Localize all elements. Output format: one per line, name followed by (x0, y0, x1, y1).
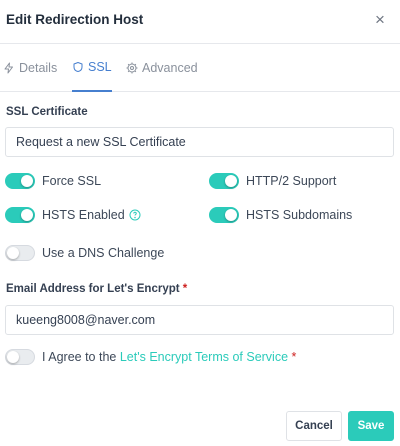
tab-bar: Details SSL Advanced (0, 44, 400, 92)
force-ssl-toggle[interactable]: Force SSL (5, 173, 101, 189)
hsts-enabled-switch[interactable] (5, 207, 35, 223)
shield-icon (73, 62, 83, 72)
email-label: Email Address for Let's Encrypt * (6, 283, 187, 295)
tab-advanced-label: Advanced (142, 61, 198, 75)
hsts-subdomains-toggle[interactable]: HSTS Subdomains (209, 207, 352, 223)
email-label-text: Email Address for Let's Encrypt (6, 283, 180, 295)
hsts-subdomains-switch[interactable] (209, 207, 239, 223)
dns-challenge-label: Use a DNS Challenge (42, 246, 165, 260)
tab-details[interactable]: Details (3, 44, 57, 92)
save-button[interactable]: Save (348, 411, 394, 441)
http2-label: HTTP/2 Support (246, 174, 337, 188)
modal-header: Edit Redirection Host × (0, 0, 400, 44)
dns-challenge-toggle[interactable]: Use a DNS Challenge (5, 245, 164, 261)
email-required-mark: * (182, 283, 188, 295)
agree-tos-toggle[interactable]: I Agree to the Let's Encrypt Terms of Se… (5, 349, 296, 365)
tab-details-label: Details (19, 61, 58, 75)
modal-title: Edit Redirection Host (6, 12, 144, 27)
dns-challenge-switch[interactable] (5, 245, 35, 261)
tab-ssl[interactable]: SSL (72, 44, 112, 92)
force-ssl-label: Force SSL (42, 174, 102, 188)
help-circle-icon[interactable] (129, 209, 141, 221)
agree-required-mark: * (291, 350, 297, 364)
modal-footer: Cancel Save (0, 406, 400, 446)
bolt-icon (4, 62, 13, 74)
agree-tos-prefix: I Agree to the (42, 350, 120, 364)
hsts-subdomains-label: HSTS Subdomains (246, 208, 353, 222)
close-button[interactable]: × (370, 9, 390, 31)
tab-ssl-label: SSL (88, 60, 112, 74)
tab-advanced[interactable]: Advanced (126, 44, 198, 92)
email-value: kueeng8008@naver.com (16, 313, 156, 327)
http2-toggle[interactable]: HTTP/2 Support (209, 173, 336, 189)
ssl-certificate-select[interactable]: Request a new SSL Certificate (5, 127, 394, 157)
email-input[interactable]: kueeng8008@naver.com (5, 305, 394, 335)
gear-icon (126, 62, 138, 74)
ssl-certificate-value: Request a new SSL Certificate (16, 135, 186, 149)
cancel-button[interactable]: Cancel (286, 411, 342, 441)
hsts-enabled-toggle[interactable]: HSTS Enabled (5, 207, 141, 223)
force-ssl-switch[interactable] (5, 173, 35, 189)
agree-tos-label: I Agree to the Let's Encrypt Terms of Se… (42, 350, 296, 364)
tos-link[interactable]: Let's Encrypt Terms of Service (120, 350, 288, 364)
hsts-enabled-label: HSTS Enabled (42, 208, 125, 222)
ssl-certificate-label: SSL Certificate (6, 106, 88, 118)
http2-switch[interactable] (209, 173, 239, 189)
agree-tos-switch[interactable] (5, 349, 35, 365)
